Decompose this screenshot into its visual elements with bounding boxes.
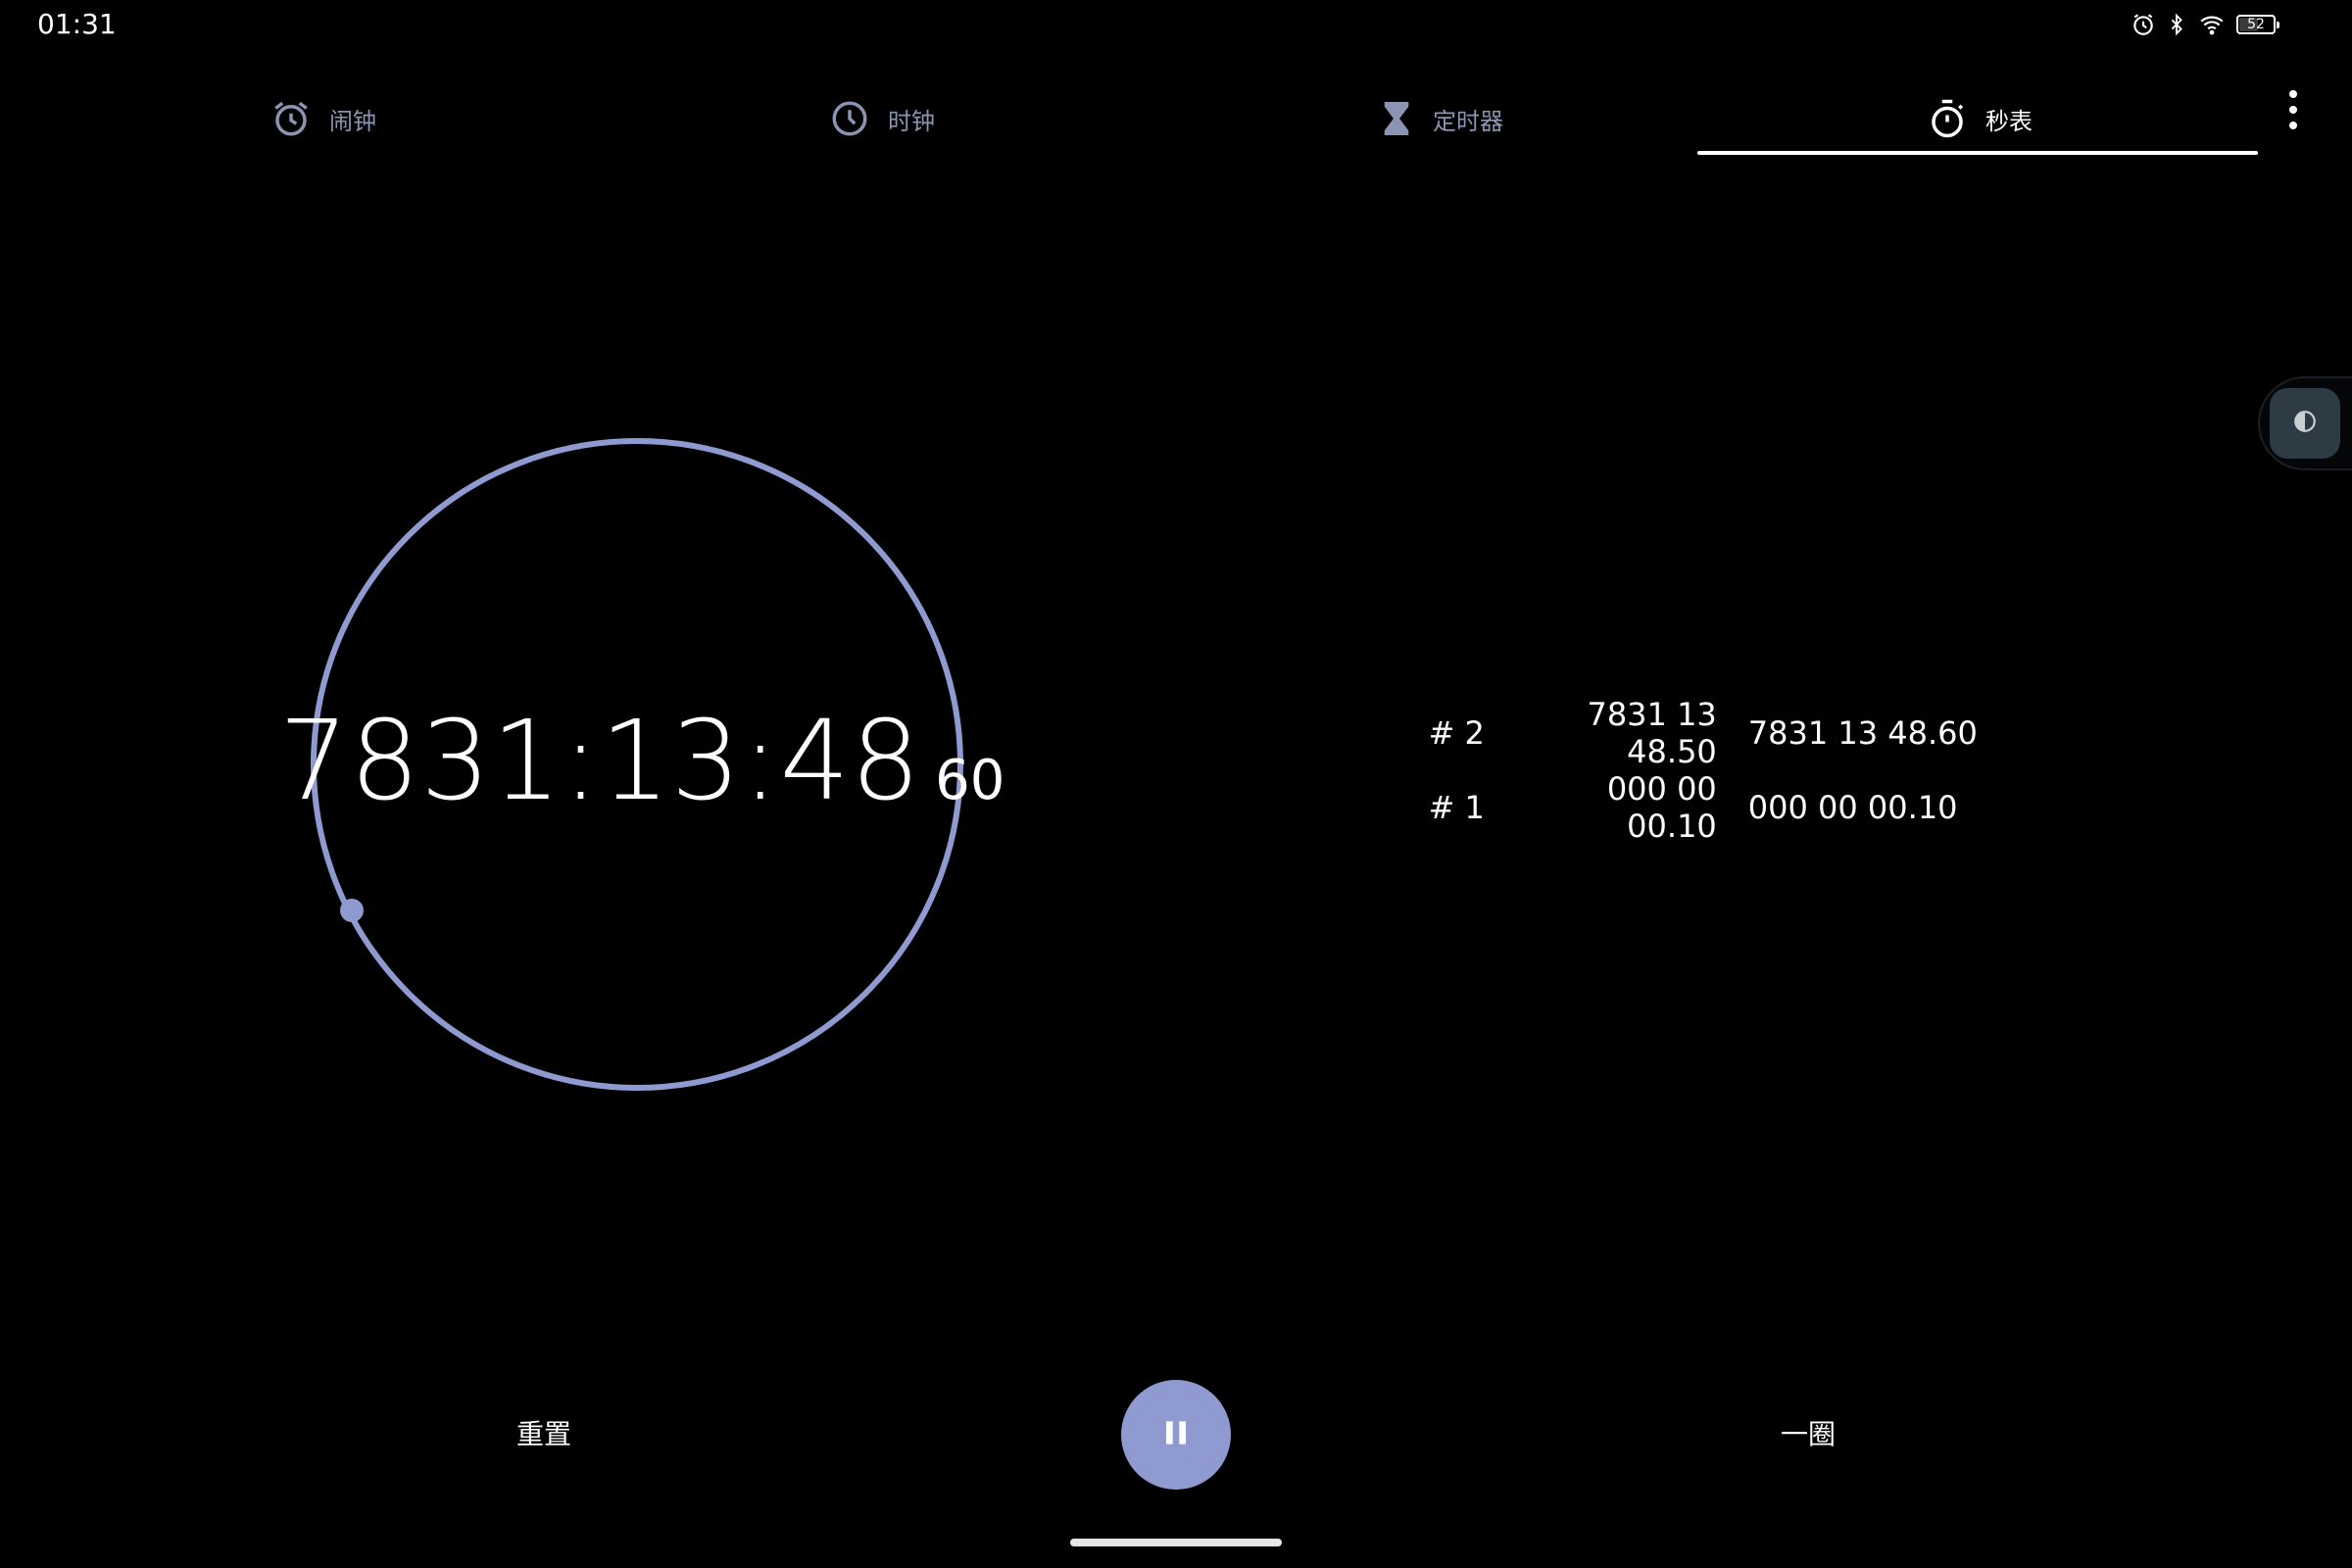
more-options-icon[interactable] <box>2276 90 2311 129</box>
tab-timer-label: 定时器 <box>1433 107 1503 135</box>
battery-level: 52 <box>2247 17 2265 32</box>
clock-app-screen: 01:31 52 闹钟 时钟 定时器 秒表 7831:13:48 60 # 2 … <box>0 0 2352 1568</box>
wifi-icon <box>2197 12 2227 37</box>
stopwatch-icon <box>1927 97 1968 140</box>
home-indicator[interactable] <box>1070 1539 1282 1546</box>
alarm-icon <box>2131 12 2156 37</box>
tab-alarm[interactable]: 闹钟 <box>196 82 451 155</box>
lap-split-time: 7831 13 48.50 <box>1587 696 1717 770</box>
tab-timer[interactable]: 定时器 <box>1294 82 1588 155</box>
lap-button[interactable]: 一圈 <box>1744 1403 1872 1462</box>
hourglass-icon <box>1378 98 1415 139</box>
lap-list: # 2 7831 13 48.50 7831 13 48.60 # 1 000 … <box>1411 696 1999 845</box>
lap-number: # 1 <box>1428 789 1485 826</box>
tab-clock[interactable]: 时钟 <box>755 82 1009 155</box>
status-bar-time: 01:31 <box>37 8 117 40</box>
battery-icon: 52 <box>2236 15 2279 34</box>
lap-number: # 2 <box>1428 714 1485 752</box>
lap-row: # 1 000 00 00.10 000 00 00.10 <box>1411 770 1999 845</box>
tab-stopwatch-label: 秒表 <box>1985 107 2033 135</box>
lap-total-time: 000 00 00.10 <box>1747 789 1958 826</box>
contrast-toggle-button[interactable] <box>2270 388 2340 459</box>
clock-icon <box>829 98 870 139</box>
elapsed-time: 7831:13:48 60 <box>279 698 1005 825</box>
lap-total-time: 7831 13 48.60 <box>1747 714 1978 752</box>
status-bar-icons: 52 <box>2131 8 2279 41</box>
dial-progress-marker <box>340 899 364 922</box>
tab-alarm-label: 闹钟 <box>329 107 376 135</box>
pause-icon <box>1156 1413 1196 1456</box>
active-tab-indicator <box>1697 151 2258 155</box>
tab-stopwatch[interactable]: 秒表 <box>1852 82 2107 155</box>
contrast-icon <box>2292 409 2318 438</box>
lap-split-time: 000 00 00.10 <box>1606 770 1717 845</box>
pause-button[interactable] <box>1121 1380 1231 1490</box>
lap-row: # 2 7831 13 48.50 7831 13 48.60 <box>1411 696 1999 770</box>
elapsed-time-main: 7831:13:48 <box>278 698 922 825</box>
alarm-clock-icon <box>270 98 312 139</box>
bluetooth-icon <box>2166 11 2187 38</box>
elapsed-time-hundredths: 60 <box>935 749 1005 812</box>
reset-button[interactable]: 重置 <box>480 1403 608 1462</box>
tab-clock-label: 时钟 <box>888 107 935 135</box>
